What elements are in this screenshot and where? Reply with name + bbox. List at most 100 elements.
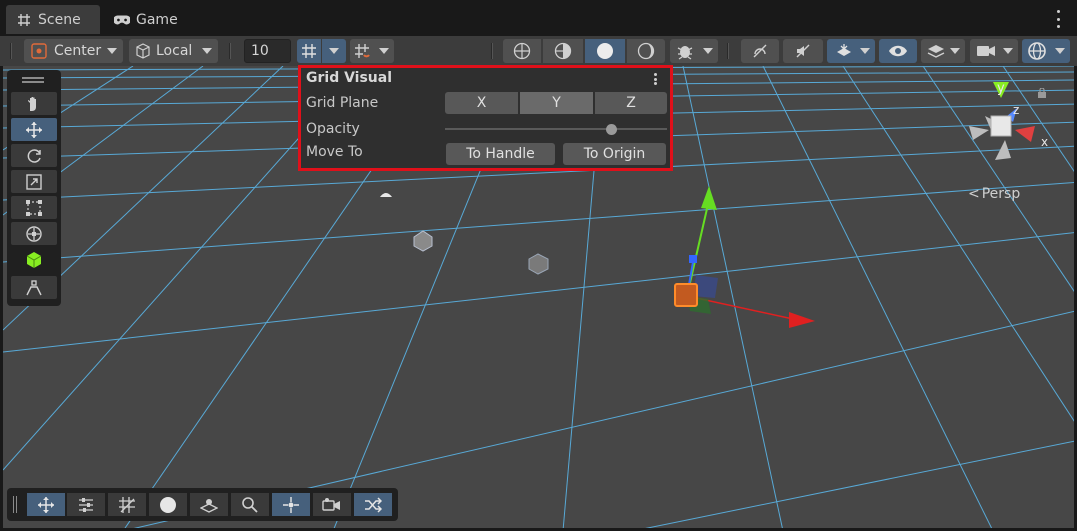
grid-snapping-button[interactable]	[108, 493, 146, 516]
grid-snap-dropdown[interactable]	[374, 39, 394, 63]
separator	[229, 43, 231, 59]
rotate-icon	[25, 147, 43, 165]
tab-game[interactable]: Game	[104, 5, 194, 34]
to-origin-button[interactable]: To Origin	[563, 143, 666, 165]
transform-icon	[25, 225, 43, 243]
projection-label: Persp	[981, 186, 1021, 202]
grid-snap-icon	[118, 496, 136, 514]
grid-plane-z-button[interactable]: Z	[595, 92, 667, 114]
rect-tool-button[interactable]	[11, 196, 57, 219]
wireframe-sphere-icon	[513, 42, 531, 60]
wireframe-shading-button[interactable]	[503, 39, 541, 63]
lock-icon[interactable]	[1037, 88, 1047, 98]
camera-settings-dropdown[interactable]	[970, 39, 1018, 63]
grid-visual-dropdown[interactable]	[322, 39, 346, 63]
unlit-button[interactable]	[627, 39, 665, 63]
chevron-down-icon	[379, 48, 389, 54]
bottom-overlay-toolbar	[7, 488, 398, 521]
layers-icon	[927, 43, 945, 59]
to-handle-button[interactable]: To Handle	[446, 143, 555, 165]
move-arrows-icon	[37, 496, 55, 514]
layers-dropdown[interactable]	[921, 39, 965, 63]
debug-draw-mode-dropdown[interactable]	[670, 39, 718, 63]
gizmo-globe-icon	[1027, 41, 1047, 61]
grid-plane-y-button[interactable]: Y	[520, 92, 594, 114]
shaded-wireframe-button[interactable]	[543, 39, 583, 63]
shaded-wireframe-sphere-icon	[554, 42, 572, 60]
eye-icon	[888, 44, 908, 58]
grid-visual-title: Grid Visual	[306, 70, 393, 86]
opacity-slider-track[interactable]	[445, 128, 667, 130]
gizmo-y-label: y	[997, 81, 1005, 96]
effects-dropdown[interactable]	[827, 39, 875, 63]
chevron-down-icon	[1003, 48, 1013, 54]
cube-icon	[135, 43, 151, 59]
pivot-mode-dropdown[interactable]: Center	[24, 39, 123, 63]
component-tool-button[interactable]	[11, 276, 57, 299]
grid-plane-x-button[interactable]: X	[445, 92, 519, 114]
chevron-down-icon	[329, 48, 339, 54]
move-arrows-icon	[25, 121, 43, 139]
tool-settings-button[interactable]	[27, 493, 65, 516]
spline-icon	[25, 279, 43, 297]
projection-toggle[interactable]: < Persp	[968, 186, 1020, 202]
space-mode-dropdown[interactable]: Local	[129, 39, 218, 63]
camera-view-button[interactable]	[313, 493, 351, 516]
bug-icon	[676, 42, 694, 60]
solid-sphere-icon	[159, 496, 177, 514]
chevron-down-icon	[202, 48, 212, 54]
grid-visibility-toggle[interactable]	[297, 39, 321, 63]
grid-snap-toggle[interactable]	[350, 39, 374, 63]
tab-scene[interactable]: Scene	[6, 5, 100, 34]
orientation-gizmo[interactable]: y z x	[955, 80, 1065, 170]
overlay-grip[interactable]	[22, 81, 44, 83]
grid-plane-label: Grid Plane	[306, 95, 379, 111]
search-icon	[241, 496, 259, 514]
overlay-grip[interactable]	[22, 77, 44, 79]
opacity-label: Opacity	[306, 121, 360, 137]
camera-icon	[322, 497, 342, 513]
move-tool-button[interactable]	[11, 118, 57, 141]
camera-icon	[976, 44, 996, 58]
draw-mode-button[interactable]	[149, 493, 187, 516]
gizmos-dropdown[interactable]	[1022, 39, 1070, 63]
toolbar-grip	[10, 43, 12, 59]
pivot-mode-label: Center	[54, 43, 102, 59]
effects-icon	[835, 42, 853, 60]
opacity-slider-handle[interactable]	[606, 124, 617, 135]
audio-off-icon	[794, 42, 812, 60]
hand-icon	[25, 95, 43, 113]
search-button[interactable]	[231, 493, 269, 516]
chevron-down-icon	[107, 48, 117, 54]
chevron-down-icon	[703, 48, 713, 54]
custom-tool-button[interactable]	[11, 248, 57, 271]
settings-sliders-button[interactable]	[67, 493, 105, 516]
separator	[491, 43, 493, 59]
grid-size-input[interactable]: 10	[244, 39, 291, 63]
scale-tool-button[interactable]	[11, 170, 57, 193]
lighting-off-icon	[751, 42, 769, 60]
lighting-toggle[interactable]	[741, 39, 779, 63]
chevron-down-icon	[860, 48, 870, 54]
more-options-icon[interactable]	[1055, 10, 1061, 28]
transform-tool-button[interactable]	[11, 222, 57, 245]
rotate-tool-button[interactable]	[11, 144, 57, 167]
overlay-grip[interactable]	[13, 496, 17, 513]
surface-snapping-button[interactable]	[190, 493, 228, 516]
audio-toggle[interactable]	[783, 39, 823, 63]
shaded-button[interactable]	[585, 39, 625, 63]
scene-visibility-toggle[interactable]	[879, 39, 917, 63]
tab-bar: Scene Game	[0, 0, 1077, 36]
pivot-icon	[30, 42, 48, 60]
unlit-sphere-icon	[637, 42, 655, 60]
solid-sphere-icon	[596, 42, 614, 60]
orientation-arrows-icon	[282, 496, 300, 514]
tab-scene-label: Scene	[38, 11, 81, 28]
surface-icon	[200, 496, 218, 514]
panel-more-options-icon[interactable]	[654, 73, 657, 85]
sliders-icon	[77, 496, 95, 514]
view-tool-button[interactable]	[11, 92, 57, 115]
space-mode-label: Local	[156, 43, 193, 59]
orientation-button[interactable]	[272, 493, 310, 516]
shuffle-button[interactable]	[354, 493, 392, 516]
